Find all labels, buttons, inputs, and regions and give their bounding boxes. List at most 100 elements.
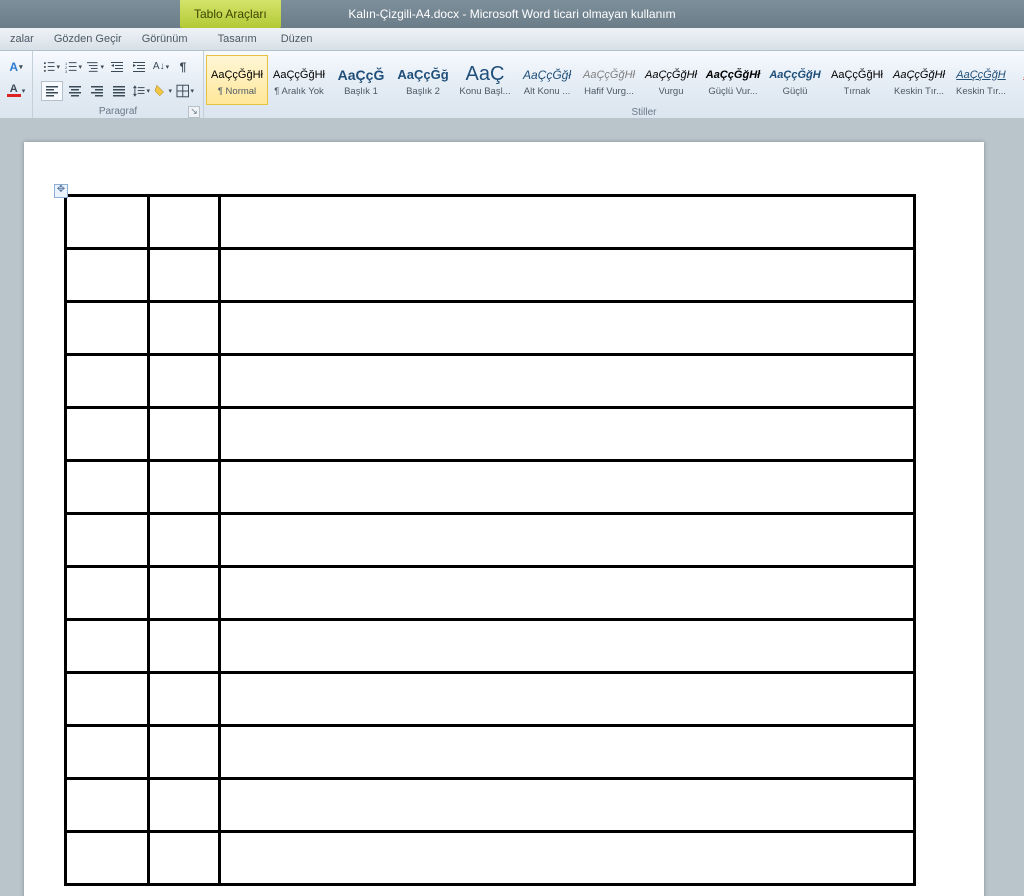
table-cell[interactable] bbox=[220, 673, 915, 726]
table-cell[interactable] bbox=[66, 196, 149, 249]
table-cell[interactable] bbox=[220, 514, 915, 567]
ribbon-tab-view[interactable]: Görünüm bbox=[132, 33, 198, 45]
style-item[interactable]: AaÇçĞğBaşlık 2 bbox=[392, 55, 454, 105]
table-cell[interactable] bbox=[149, 779, 220, 832]
table-cell[interactable] bbox=[220, 302, 915, 355]
style-preview: AaÇçĞğHł bbox=[583, 64, 635, 86]
style-item[interactable]: AaÇçĞğHłGüçlü Vur... bbox=[702, 55, 764, 105]
table-row[interactable] bbox=[66, 302, 915, 355]
table-cell[interactable] bbox=[149, 302, 220, 355]
table-cell[interactable] bbox=[149, 514, 220, 567]
table-row[interactable] bbox=[66, 726, 915, 779]
style-preview: AaÇçĞğH bbox=[956, 64, 1006, 86]
ribbon-tab-design[interactable]: Tasarım bbox=[206, 33, 269, 45]
style-item[interactable]: AaÇKonu Başl... bbox=[454, 55, 516, 105]
bullets-button[interactable] bbox=[41, 57, 61, 77]
table-cell[interactable] bbox=[66, 408, 149, 461]
contextual-tab-table-tools: Tablo Araçları bbox=[180, 0, 281, 28]
table-cell[interactable] bbox=[220, 567, 915, 620]
table-row[interactable] bbox=[66, 196, 915, 249]
style-name: ¶ Normal bbox=[218, 86, 256, 97]
line-spacing-button[interactable] bbox=[131, 81, 151, 101]
table-cell[interactable] bbox=[66, 567, 149, 620]
table-cell[interactable] bbox=[220, 832, 915, 885]
document-area[interactable]: ✥ bbox=[0, 118, 1024, 896]
table-cell[interactable] bbox=[149, 567, 220, 620]
table-row[interactable] bbox=[66, 408, 915, 461]
show-paragraph-marks-button[interactable]: ¶ bbox=[173, 57, 193, 77]
styles-group-label: Stiller bbox=[631, 107, 656, 118]
shading-button[interactable] bbox=[153, 81, 173, 101]
table-cell[interactable] bbox=[220, 196, 915, 249]
table-cell[interactable] bbox=[66, 461, 149, 514]
ribbon-tabs: zalar Gözden Geçir Görünüm Tasarım Düzen bbox=[0, 28, 1024, 51]
style-item[interactable]: AaÇçĞğHKeskin Tır... bbox=[950, 55, 1012, 105]
table-cell[interactable] bbox=[149, 726, 220, 779]
paragraph-dialog-launcher[interactable]: ↘ bbox=[188, 106, 200, 118]
table-row[interactable] bbox=[66, 355, 915, 408]
table-cell[interactable] bbox=[220, 249, 915, 302]
font-color-button[interactable]: A bbox=[6, 81, 26, 101]
ribbon-tab-layout[interactable]: Düzen bbox=[269, 33, 325, 45]
justify-button[interactable] bbox=[109, 81, 129, 101]
style-item[interactable]: AaÇçĞBaşlık 1 bbox=[330, 55, 392, 105]
table-cell[interactable] bbox=[66, 249, 149, 302]
table-row[interactable] bbox=[66, 673, 915, 726]
table-cell[interactable] bbox=[149, 249, 220, 302]
page[interactable]: ✥ bbox=[24, 142, 984, 896]
style-item[interactable]: AaÇçĞğHłKeskin Tır... bbox=[888, 55, 950, 105]
table-row[interactable] bbox=[66, 567, 915, 620]
sort-button[interactable]: A↓ bbox=[151, 57, 171, 77]
table-cell[interactable] bbox=[220, 620, 915, 673]
table-cell[interactable] bbox=[66, 779, 149, 832]
table-cell[interactable] bbox=[220, 726, 915, 779]
table-cell[interactable] bbox=[149, 620, 220, 673]
table-cell[interactable] bbox=[66, 302, 149, 355]
align-left-button[interactable] bbox=[41, 81, 63, 101]
table-cell[interactable] bbox=[220, 408, 915, 461]
table-cell[interactable] bbox=[220, 779, 915, 832]
table-move-handle[interactable]: ✥ bbox=[54, 184, 68, 198]
ribbon-tab-cut[interactable]: zalar bbox=[0, 33, 44, 45]
style-item[interactable]: AaÇçĞğHłVurgu bbox=[640, 55, 702, 105]
table-cell[interactable] bbox=[149, 673, 220, 726]
table-row[interactable] bbox=[66, 461, 915, 514]
table-row[interactable] bbox=[66, 249, 915, 302]
style-item[interactable]: AaÇçĞğHł¶ Aralık Yok bbox=[268, 55, 330, 105]
table-cell[interactable] bbox=[149, 196, 220, 249]
table-cell[interactable] bbox=[149, 832, 220, 885]
table-cell[interactable] bbox=[66, 514, 149, 567]
table-row[interactable] bbox=[66, 779, 915, 832]
table-cell[interactable] bbox=[66, 620, 149, 673]
style-item[interactable]: AAÇÇĞHafif B bbox=[1012, 55, 1024, 105]
align-center-button[interactable] bbox=[65, 81, 85, 101]
style-item[interactable]: AaÇçĞğHłTırnak bbox=[826, 55, 888, 105]
table-cell[interactable] bbox=[220, 355, 915, 408]
decrease-indent-button[interactable] bbox=[107, 57, 127, 77]
borders-button[interactable] bbox=[175, 81, 195, 101]
table-cell[interactable] bbox=[66, 726, 149, 779]
table-cell[interactable] bbox=[220, 461, 915, 514]
ribbon-tab-review[interactable]: Gözden Geçir bbox=[44, 33, 132, 45]
style-item[interactable]: AaÇçĞğłAlt Konu ... bbox=[516, 55, 578, 105]
table-cell[interactable] bbox=[149, 461, 220, 514]
table-cell[interactable] bbox=[149, 408, 220, 461]
numbering-button[interactable]: 123 bbox=[63, 57, 83, 77]
align-right-button[interactable] bbox=[87, 81, 107, 101]
multilevel-list-button[interactable] bbox=[85, 57, 105, 77]
table-row[interactable] bbox=[66, 620, 915, 673]
style-preview: AaÇçĞğHł bbox=[645, 64, 697, 86]
style-item[interactable]: AaÇçĞğHGüçlü bbox=[764, 55, 826, 105]
increase-indent-button[interactable] bbox=[129, 57, 149, 77]
table-row[interactable] bbox=[66, 832, 915, 885]
table-cell[interactable] bbox=[66, 355, 149, 408]
table-cell[interactable] bbox=[149, 355, 220, 408]
styles-gallery[interactable]: AaÇçĞğHł¶ NormalAaÇçĞğHł¶ Aralık YokAaÇç… bbox=[204, 53, 1024, 105]
table-cell[interactable] bbox=[66, 673, 149, 726]
table-row[interactable] bbox=[66, 514, 915, 567]
style-item[interactable]: AaÇçĞğHłHafif Vurg... bbox=[578, 55, 640, 105]
document-table[interactable] bbox=[64, 194, 916, 886]
style-item[interactable]: AaÇçĞğHł¶ Normal bbox=[206, 55, 268, 105]
text-effects-button[interactable]: A bbox=[6, 57, 26, 77]
table-cell[interactable] bbox=[66, 832, 149, 885]
